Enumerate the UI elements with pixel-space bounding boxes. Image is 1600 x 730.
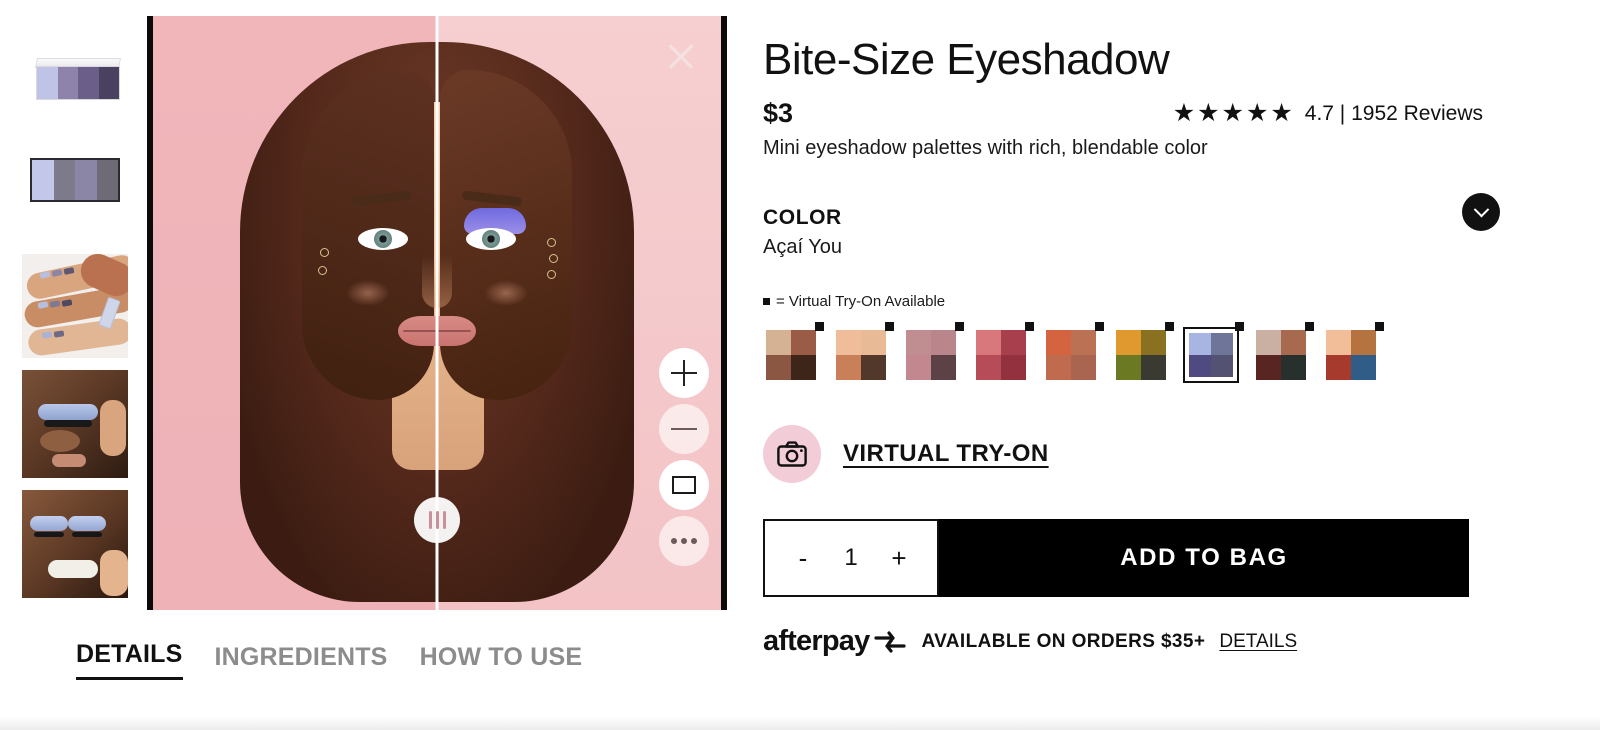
vto-marker-icon bbox=[1165, 322, 1174, 332]
page-bottom-edge bbox=[0, 716, 1600, 730]
plus-icon bbox=[671, 360, 697, 386]
color-swatch-4[interactable] bbox=[973, 322, 1034, 383]
vto-marker-icon bbox=[1095, 322, 1104, 332]
virtual-tryon-row: VIRTUAL TRY-ON bbox=[763, 425, 1483, 484]
thumbnail-image bbox=[22, 254, 128, 358]
vto-marker-icon bbox=[955, 322, 964, 332]
quantity-decrement-button[interactable]: - bbox=[791, 543, 815, 574]
afterpay-details-link[interactable]: DETAILS bbox=[1219, 631, 1297, 653]
tab-details[interactable]: DETAILS bbox=[76, 640, 183, 680]
quantity-value[interactable]: 1 bbox=[844, 544, 857, 572]
vto-marker-icon bbox=[1235, 322, 1244, 332]
color-swatch-2[interactable] bbox=[833, 322, 894, 383]
quantity-stepper[interactable]: - 1 + bbox=[763, 519, 939, 598]
quantity-increment-button[interactable]: + bbox=[887, 543, 911, 574]
vto-marker-icon bbox=[1305, 322, 1314, 332]
rating-text: 4.7 | 1952 Reviews bbox=[1304, 101, 1483, 125]
color-swatch-8[interactable] bbox=[1253, 322, 1314, 383]
vto-legend: = Virtual Try-On Available bbox=[763, 293, 1483, 310]
product-info-tabs: DETAILS INGREDIENTS HOW TO USE bbox=[76, 640, 582, 680]
rectangle-icon bbox=[672, 476, 696, 494]
vto-marker-icon bbox=[1375, 322, 1384, 332]
afterpay-wordmark: afterpay bbox=[763, 625, 870, 658]
vto-marker-icon bbox=[1025, 322, 1034, 332]
thumbnail-image bbox=[22, 490, 128, 598]
vto-marker-icon bbox=[815, 322, 824, 332]
color-swatch-5[interactable] bbox=[1043, 322, 1104, 383]
color-swatch-9[interactable] bbox=[1323, 322, 1384, 383]
color-swatch-1[interactable] bbox=[763, 322, 824, 383]
color-section: COLOR Açaí You bbox=[763, 193, 1500, 259]
vto-marker-icon bbox=[885, 322, 894, 332]
product-subtitle: Mini eyeshadow palettes with rich, blend… bbox=[763, 137, 1208, 160]
page-title: Bite-Size Eyeshadow bbox=[763, 35, 1170, 84]
more-options-button[interactable] bbox=[659, 516, 709, 566]
camera-icon bbox=[777, 441, 807, 468]
expand-colors-button[interactable] bbox=[1462, 193, 1500, 232]
thumbnail-image bbox=[22, 50, 128, 122]
tab-ingredients[interactable]: INGREDIENTS bbox=[215, 643, 388, 680]
vto-legend-text: = Virtual Try-On Available bbox=[776, 293, 946, 311]
afterpay-message: AVAILABLE ON ORDERS $35+ bbox=[921, 630, 1206, 652]
product-info-panel: Bite-Size Eyeshadow $3 ★★★★★ 4.7 | 1952 … bbox=[763, 35, 1500, 658]
virtual-tryon-button[interactable] bbox=[763, 425, 821, 484]
close-icon[interactable] bbox=[663, 38, 699, 74]
rating-group[interactable]: ★★★★★ 4.7 | 1952 Reviews bbox=[1173, 101, 1483, 126]
thumbnail-arm-swatches[interactable] bbox=[22, 254, 128, 358]
selected-color-name: Açaí You bbox=[763, 236, 842, 259]
afterpay-row: afterpay AVAILABLE ON ORDERS $35+ DETAIL… bbox=[763, 625, 1483, 658]
compare-slider-handle[interactable] bbox=[414, 497, 460, 543]
virtual-tryon-label[interactable]: VIRTUAL TRY-ON bbox=[843, 440, 1049, 468]
thumbnail-model-smiling[interactable] bbox=[22, 490, 128, 598]
virtual-tryon-viewer[interactable] bbox=[147, 16, 727, 610]
color-swatch-3[interactable] bbox=[903, 322, 964, 383]
color-swatch-6[interactable] bbox=[1113, 322, 1174, 383]
chevron-down-icon bbox=[1473, 201, 1489, 218]
tab-how-to-use[interactable]: HOW TO USE bbox=[420, 643, 583, 680]
zoom-in-button[interactable] bbox=[659, 348, 709, 398]
fullscreen-button[interactable] bbox=[659, 460, 709, 510]
purchase-row: - 1 + ADD TO BAG bbox=[763, 519, 1469, 598]
thumbnail-rail bbox=[22, 50, 130, 598]
afterpay-logo: afterpay bbox=[763, 625, 907, 658]
add-to-bag-button[interactable]: ADD TO BAG bbox=[939, 519, 1469, 598]
color-label: COLOR bbox=[763, 206, 842, 230]
thumbnail-image bbox=[22, 134, 128, 242]
thumbnail-palette-pans[interactable] bbox=[22, 134, 128, 242]
thumbnail-model-closeup[interactable] bbox=[22, 370, 128, 478]
more-dots-icon bbox=[671, 538, 697, 544]
product-detail-page: DETAILS INGREDIENTS HOW TO USE Bite-Size… bbox=[0, 0, 1600, 730]
thumbnail-palette-open[interactable] bbox=[22, 50, 128, 122]
product-price: $3 bbox=[763, 98, 794, 129]
viewer-controls bbox=[659, 348, 709, 566]
color-swatch-7-selected[interactable] bbox=[1183, 322, 1244, 384]
thumbnail-image bbox=[22, 370, 128, 478]
star-rating-icon: ★★★★★ bbox=[1172, 99, 1295, 128]
color-swatch-list bbox=[763, 322, 1483, 384]
vto-marker-icon bbox=[763, 298, 770, 306]
price-rating-row: $3 ★★★★★ 4.7 | 1952 Reviews bbox=[763, 98, 1483, 129]
minus-icon bbox=[671, 416, 697, 442]
afterpay-arrows-icon bbox=[874, 631, 907, 653]
zoom-out-button[interactable] bbox=[659, 404, 709, 454]
